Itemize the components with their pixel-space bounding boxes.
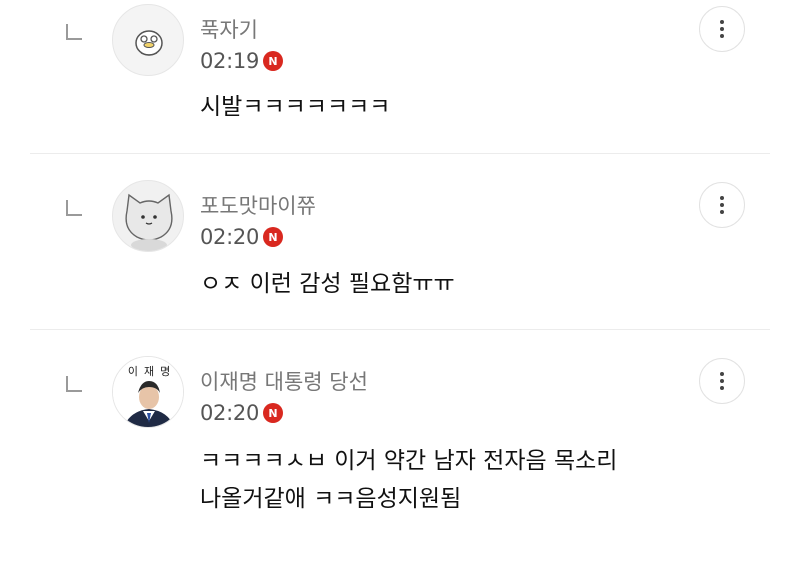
dot-icon: [720, 27, 724, 31]
comment-nickname[interactable]: 푹자기: [200, 14, 258, 44]
dot-icon: [720, 372, 724, 376]
comment-meta: 02:20 N: [200, 224, 284, 250]
comment-line: ㅇㅈ 이런 감성 필요함ㅠㅠ: [200, 271, 455, 297]
comment-meta: 02:19 N: [200, 48, 284, 74]
divider: [30, 329, 770, 330]
more-options-button[interactable]: [699, 6, 745, 52]
reply-arrow-icon: [66, 24, 82, 40]
dot-icon: [720, 386, 724, 390]
avatar[interactable]: 이 재 명: [112, 356, 184, 428]
naver-badge-icon: N: [263, 403, 284, 423]
comment-time: 02:20: [200, 225, 260, 249]
naver-badge-icon: N: [263, 51, 284, 71]
dot-icon: [720, 210, 724, 214]
comment-text: ㅇㅈ 이런 감성 필요함ㅠㅠ: [200, 265, 455, 303]
duck-character-icon: [135, 30, 163, 56]
reply-arrow-icon: [66, 200, 82, 216]
comment-nickname[interactable]: 이재명 대통령 당선: [200, 366, 368, 396]
dot-icon: [720, 203, 724, 207]
dot-icon: [720, 20, 724, 24]
comment-line: 시발ㅋㅋㅋㅋㅋㅋㅋ: [200, 94, 391, 120]
comment-time: 02:20: [200, 401, 260, 425]
comment-text: ㅋㅋㅋㅋㅅㅂ 이거 약간 남자 전자음 목소리 나올거같애 ㅋㅋ음성지원됨: [200, 442, 617, 518]
dot-icon: [720, 196, 724, 200]
comment-time: 02:19: [200, 49, 260, 73]
comment-meta: 02:20 N: [200, 400, 284, 426]
divider: [30, 153, 770, 154]
comment-text: 시발ㅋㅋㅋㅋㅋㅋㅋ: [200, 88, 390, 126]
dot-icon: [720, 34, 724, 38]
more-options-button[interactable]: [699, 182, 745, 228]
comment-line: ㅋㅋㅋㅋㅅㅂ 이거 약간 남자 전자음 목소리: [200, 448, 618, 474]
avatar[interactable]: [112, 4, 184, 76]
naver-badge-icon: N: [263, 227, 284, 247]
avatar-caption: 이 재 명: [127, 365, 171, 378]
dot-icon: [720, 379, 724, 383]
reply-arrow-icon: [66, 376, 82, 392]
more-options-button[interactable]: [699, 358, 745, 404]
avatar[interactable]: [112, 180, 184, 252]
comment-nickname[interactable]: 포도맛마이쮸: [200, 190, 316, 220]
comment-line: 나올거같애 ㅋㅋ음성지원됨: [200, 486, 462, 512]
cat-character-icon: [125, 193, 173, 251]
